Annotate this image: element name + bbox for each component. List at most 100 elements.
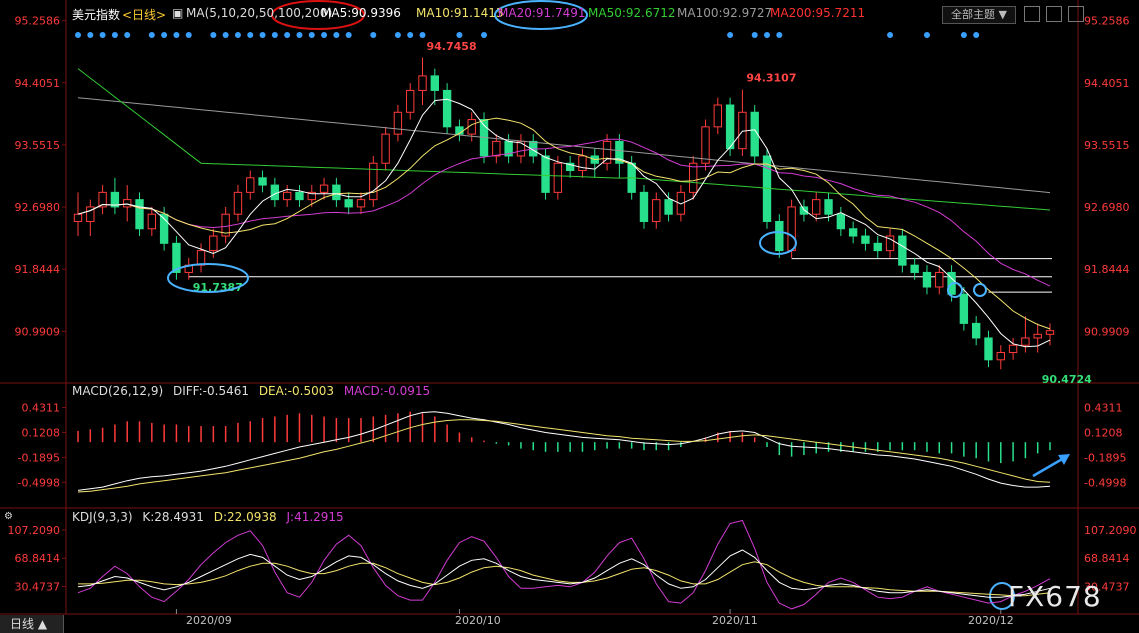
candle-body bbox=[873, 242, 882, 252]
price-left-tick: 92.6980 bbox=[15, 201, 61, 214]
price-right-tick: 90.9909 bbox=[1084, 325, 1130, 338]
signal-dot bbox=[296, 32, 303, 38]
candle-body bbox=[713, 104, 722, 128]
candle-body bbox=[861, 235, 870, 244]
grid-window-icon[interactable] bbox=[1046, 6, 1062, 22]
price-annotation: 90.4724 bbox=[1042, 373, 1092, 386]
macd-dea: DEA:-0.5003 bbox=[258, 384, 334, 398]
signal-dot bbox=[234, 32, 241, 38]
price-left-tick: 94.4051 bbox=[15, 77, 61, 90]
candle-body bbox=[209, 235, 218, 252]
price-right-tick: 92.6980 bbox=[1084, 201, 1130, 214]
signal-dot bbox=[923, 32, 930, 38]
candle-body bbox=[787, 206, 796, 252]
price-right-tick: 94.4051 bbox=[1084, 77, 1130, 90]
trend-arrow-shaft bbox=[1032, 456, 1065, 478]
macd-right-tick: 0.4311 bbox=[1084, 402, 1123, 415]
candle-body bbox=[836, 213, 846, 230]
macd-left-tick: 0.4311 bbox=[22, 402, 61, 415]
signal-dot bbox=[308, 32, 315, 38]
ma5-value: MA5:90.9396 bbox=[321, 6, 401, 20]
close-window-icon[interactable] bbox=[1068, 6, 1084, 22]
split-window-icon[interactable] bbox=[1024, 6, 1040, 22]
kdj-d: D:22.0938 bbox=[213, 510, 277, 524]
price-left-tick: 93.5515 bbox=[15, 139, 61, 152]
kdj-right-tick: 107.2090 bbox=[1084, 524, 1137, 537]
signal-dot bbox=[173, 32, 180, 38]
dollar-index-chart[interactable]: 95.2586 95.2586 94.4051 94.4051 93.5515 93.55… bbox=[0, 0, 1139, 633]
candle-body bbox=[73, 213, 83, 222]
candle-body bbox=[295, 191, 304, 201]
candle-body bbox=[1045, 330, 1055, 335]
x-tick-oct: 2020/10 bbox=[455, 614, 501, 627]
candle-body bbox=[959, 293, 969, 324]
price-left-tick: 90.9909 bbox=[15, 325, 61, 338]
signal-dot bbox=[321, 32, 328, 38]
signal-dot bbox=[99, 32, 106, 38]
period-selector[interactable]: <日线> bbox=[122, 6, 166, 23]
candle-body bbox=[442, 89, 452, 128]
signal-dot bbox=[345, 32, 352, 38]
kdj-left-tick: 107.2090 bbox=[8, 524, 61, 537]
macd-left-tick: -0.4998 bbox=[18, 476, 60, 489]
ma100-line bbox=[77, 97, 1051, 194]
x-tick-sep: 2020/09 bbox=[186, 614, 232, 627]
kdj-j: J:41.2915 bbox=[286, 510, 344, 524]
x-tick-dec: 2020/12 bbox=[968, 614, 1014, 627]
kdj-j-line bbox=[77, 519, 1051, 610]
macd-right-tick: -0.1895 bbox=[1084, 451, 1126, 464]
theme-dropdown-button[interactable]: 全部主题 ▼ bbox=[942, 6, 1016, 24]
signal-dot bbox=[751, 32, 758, 38]
kdj-right-tick: 68.8414 bbox=[1084, 552, 1130, 565]
signal-dot bbox=[124, 32, 131, 38]
kdj-left-tick: 30.4737 bbox=[15, 580, 61, 593]
macd-left-tick: 0.1208 bbox=[22, 426, 61, 439]
macd-right-tick: 0.1208 bbox=[1084, 426, 1123, 439]
candle-body bbox=[701, 126, 710, 164]
ma20-value: MA20:91.7491 bbox=[498, 6, 586, 20]
candle-body bbox=[344, 199, 353, 208]
signal-dot bbox=[407, 32, 414, 38]
signal-dot bbox=[370, 32, 377, 38]
candle-body bbox=[824, 199, 833, 215]
ma50-value: MA50:92.6712 bbox=[588, 6, 676, 20]
candle-body bbox=[233, 191, 243, 215]
candle-body bbox=[688, 162, 698, 193]
ma100-value: MA100:92.9727 bbox=[677, 6, 773, 20]
candle-body bbox=[553, 162, 563, 193]
kdj-title: KDJ(9,3,3) bbox=[72, 510, 133, 524]
ma50-line bbox=[77, 68, 1051, 211]
signal-dot bbox=[247, 32, 254, 38]
kdj-header: KDJ(9,3,3) K:28.4931 D:22.0938 J:41.2915 bbox=[72, 510, 350, 524]
signal-dot bbox=[87, 32, 94, 38]
candle-body bbox=[639, 191, 649, 222]
signal-dot bbox=[222, 32, 229, 38]
kdj-settings-icon[interactable]: ⚙ bbox=[4, 511, 13, 522]
price-right-tick: 91.8444 bbox=[1084, 263, 1130, 276]
period-tab-label: 日线 bbox=[10, 617, 35, 631]
candle-body bbox=[258, 177, 267, 186]
signal-dot bbox=[185, 32, 192, 38]
signal-dot bbox=[764, 32, 771, 38]
macd-diff: DIFF:-0.5461 bbox=[172, 384, 249, 398]
signal-dot bbox=[887, 32, 894, 38]
kdj-k: K:28.4931 bbox=[142, 510, 204, 524]
candle-body bbox=[935, 271, 944, 288]
candle-body bbox=[418, 75, 427, 91]
ma-settings-icon[interactable]: ▣ bbox=[172, 6, 183, 20]
signal-dot bbox=[776, 32, 783, 38]
signal-dot bbox=[419, 32, 426, 38]
kdj-d-line bbox=[78, 561, 1051, 597]
macd-left-tick: -0.1895 bbox=[18, 451, 60, 464]
candle-body bbox=[492, 140, 501, 157]
signal-dot bbox=[394, 32, 401, 38]
signal-dot bbox=[960, 32, 967, 38]
signal-dot bbox=[161, 32, 168, 38]
period-tab[interactable]: 日线 ▲ bbox=[0, 615, 64, 633]
candle-body bbox=[516, 140, 526, 157]
price-right-tick: 93.5515 bbox=[1084, 139, 1130, 152]
candle-body bbox=[135, 199, 144, 230]
candle-body bbox=[1021, 337, 1030, 346]
candle-body bbox=[812, 199, 821, 215]
signal-dot bbox=[111, 32, 118, 38]
